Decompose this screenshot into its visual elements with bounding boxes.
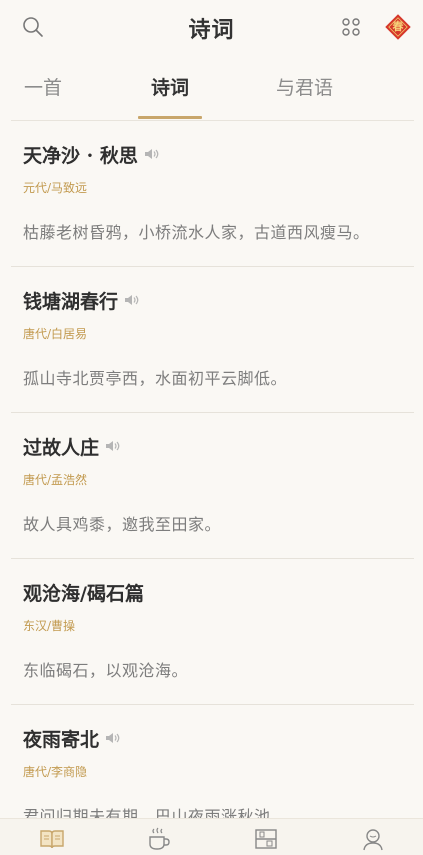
poem-title: 观沧海/碣石篇 bbox=[23, 583, 144, 605]
poem-list[interactable]: 天净沙 · 秋思 元代/马致远 枯藤老树昏鸦，小桥流水人家，古道西风瘦马。 钱塘… bbox=[0, 121, 423, 818]
bookshelf-icon bbox=[255, 829, 277, 849]
grid-menu-button[interactable] bbox=[336, 12, 366, 42]
tab-shici[interactable]: 诗词 bbox=[151, 74, 189, 102]
poem-card[interactable]: 钱塘湖春行 唐代/白居易 孤山寺北贾亭西，水面初平云脚低。 bbox=[11, 267, 414, 413]
poem-line: 东临碣石，以观沧海。 bbox=[23, 661, 189, 680]
poem-title: 钱塘湖春行 bbox=[23, 291, 119, 313]
poem-title: 天净沙 · 秋思 bbox=[23, 145, 138, 167]
poem-title-row: 天净沙 · 秋思 bbox=[23, 141, 160, 168]
speaker-icon[interactable] bbox=[105, 436, 121, 458]
poem-author[interactable]: 元代/马致远 bbox=[23, 179, 87, 196]
tab-bar: 一首 诗词 与君语 bbox=[0, 64, 423, 121]
profile-icon bbox=[363, 829, 383, 851]
nav-tea[interactable] bbox=[144, 825, 174, 853]
nav-poems[interactable] bbox=[37, 825, 67, 853]
poem-title-row: 夜雨寄北 bbox=[23, 725, 121, 752]
grid-icon bbox=[342, 18, 360, 36]
page-title: 诗词 bbox=[188, 17, 235, 43]
speaker-icon[interactable] bbox=[105, 728, 121, 750]
poem-line: 枯藤老树昏鸦，小桥流水人家，古道西风瘦马。 bbox=[23, 223, 370, 242]
season-badge[interactable]: 春 bbox=[383, 12, 413, 42]
poem-card[interactable]: 过故人庄 唐代/孟浩然 故人具鸡黍，邀我至田家。 bbox=[11, 413, 414, 559]
poem-author[interactable]: 唐代/白居易 bbox=[23, 325, 87, 342]
nav-bookshelf[interactable] bbox=[251, 825, 281, 853]
poem-title-row: 过故人庄 bbox=[23, 433, 121, 460]
tea-cup-icon bbox=[149, 827, 170, 850]
book-icon bbox=[40, 830, 64, 849]
poem-author[interactable]: 东汉/曹操 bbox=[23, 617, 75, 634]
poem-card[interactable]: 夜雨寄北 唐代/李商隐 君问归期未有期，巴山夜雨涨秋池。 bbox=[11, 705, 414, 818]
badge-text: 春 bbox=[392, 20, 404, 33]
search-button[interactable] bbox=[18, 12, 48, 42]
poem-card[interactable]: 观沧海/碣石篇 东汉/曹操 东临碣石，以观沧海。 bbox=[11, 559, 414, 705]
poem-author[interactable]: 唐代/孟浩然 bbox=[23, 471, 87, 488]
poem-title-row: 观沧海/碣石篇 bbox=[23, 579, 144, 606]
poem-line: 孤山寺北贾亭西，水面初平云脚低。 bbox=[23, 369, 288, 388]
search-icon bbox=[23, 17, 43, 37]
poem-author[interactable]: 唐代/李商隐 bbox=[23, 763, 87, 780]
poem-title: 夜雨寄北 bbox=[23, 729, 100, 751]
tab-yishou[interactable]: 一首 bbox=[24, 74, 62, 102]
nav-profile[interactable] bbox=[358, 825, 388, 853]
speaker-icon[interactable] bbox=[144, 144, 160, 166]
poem-line: 故人具鸡黍，邀我至田家。 bbox=[23, 515, 222, 534]
poem-card[interactable]: 天净沙 · 秋思 元代/马致远 枯藤老树昏鸦，小桥流水人家，古道西风瘦马。 bbox=[11, 121, 414, 267]
poem-title-row: 钱塘湖春行 bbox=[23, 287, 140, 314]
poem-title: 过故人庄 bbox=[23, 437, 100, 459]
bottom-nav bbox=[0, 818, 423, 855]
active-tab-indicator bbox=[138, 116, 202, 119]
tab-yujunyu[interactable]: 与君语 bbox=[276, 74, 333, 102]
top-bar: 诗词 春 bbox=[0, 0, 423, 56]
speaker-icon[interactable] bbox=[124, 290, 140, 312]
poem-line: 君问归期未有期，巴山夜雨涨秋池。 bbox=[23, 807, 288, 818]
